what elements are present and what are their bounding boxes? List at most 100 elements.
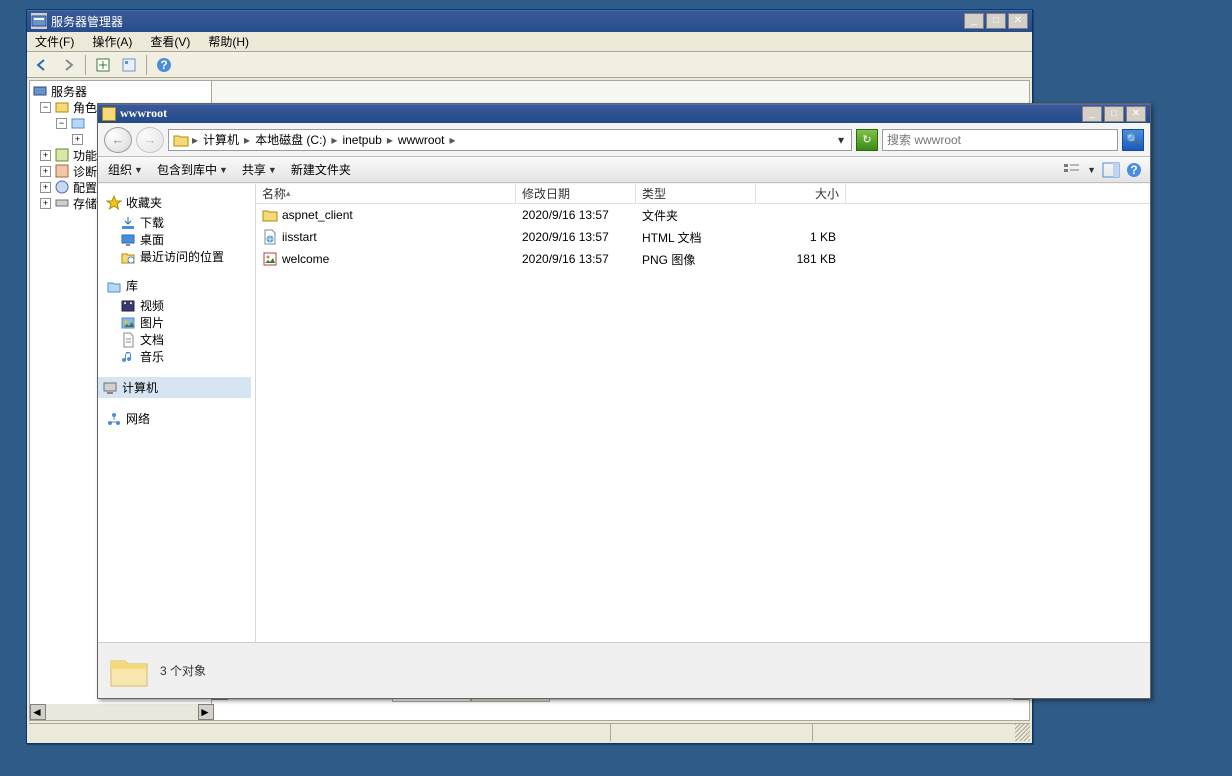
nav-downloads[interactable]: 下载 — [106, 214, 251, 231]
chevron-right-icon[interactable]: ▸ — [449, 133, 457, 147]
refresh-icon[interactable] — [92, 54, 114, 76]
share-menu[interactable]: 共享▼ — [238, 159, 281, 180]
breadcrumb[interactable]: ▸ 计算机 ▸ 本地磁盘 (C:) ▸ inetpub ▸ wwwroot ▸ … — [168, 129, 852, 151]
close-button[interactable]: ✕ — [1126, 106, 1146, 122]
close-button[interactable]: ✕ — [1008, 13, 1028, 29]
explorer-titlebar[interactable]: wwwroot _ □ ✕ — [98, 104, 1150, 123]
help-icon[interactable]: ? — [1126, 162, 1144, 178]
new-folder-button[interactable]: 新建文件夹 — [287, 159, 355, 180]
menu-help[interactable]: 帮助(H) — [204, 32, 253, 51]
nav-libraries[interactable]: 库 — [106, 277, 251, 294]
nav-pictures[interactable]: 图片 — [106, 314, 251, 331]
nav-forward-button[interactable] — [57, 54, 79, 76]
expand-icon[interactable]: + — [40, 166, 51, 177]
chevron-right-icon[interactable]: ▸ — [386, 133, 394, 147]
collapse-icon[interactable]: − — [40, 102, 51, 113]
tree-roles[interactable]: 角色 — [73, 99, 97, 116]
chevron-right-icon[interactable]: ▸ — [330, 133, 338, 147]
network-icon — [106, 411, 122, 427]
view-options-icon[interactable] — [1063, 162, 1081, 178]
crumb-inetpub[interactable]: inetpub — [340, 133, 383, 147]
file-name: welcome — [282, 252, 329, 266]
png-icon — [262, 251, 278, 267]
file-type: 文件夹 — [636, 207, 756, 224]
maximize-button[interactable]: □ — [986, 13, 1006, 29]
minimize-button[interactable]: _ — [964, 13, 984, 29]
col-size[interactable]: 大小 — [756, 184, 846, 203]
folder-icon — [173, 132, 189, 148]
desktop-icon — [120, 232, 136, 248]
refresh-button[interactable]: ↻ — [856, 129, 878, 151]
nav-desktop[interactable]: 桌面 — [106, 231, 251, 248]
menu-view[interactable]: 查看(V) — [146, 32, 194, 51]
expand-icon[interactable]: + — [72, 134, 83, 145]
server-manager-icon — [31, 13, 47, 29]
tree-root[interactable]: 服务器 — [51, 83, 87, 100]
folder-icon — [102, 107, 116, 121]
collapse-icon[interactable]: − — [56, 118, 67, 129]
folder-icon — [262, 207, 278, 223]
expand-icon[interactable]: + — [40, 150, 51, 161]
server-manager-menubar: 文件(F) 操作(A) 查看(V) 帮助(H) — [27, 32, 1032, 52]
tree-config[interactable]: 配置 — [73, 179, 97, 196]
nav-network[interactable]: 网络 — [106, 410, 251, 427]
explorer-statusbar: 3 个对象 — [98, 642, 1150, 698]
search-button[interactable]: 🔍 — [1122, 129, 1144, 151]
chevron-right-icon[interactable]: ▸ — [191, 133, 199, 147]
expand-icon[interactable]: + — [40, 182, 51, 193]
nav-recent[interactable]: 最近访问的位置 — [106, 248, 251, 265]
col-date[interactable]: 修改日期 — [516, 184, 636, 203]
resize-grip[interactable] — [1015, 724, 1030, 741]
minimize-button[interactable]: _ — [1082, 106, 1102, 122]
explorer-toolbar: 组织▼ 包含到库中▼ 共享▼ 新建文件夹 ▼ ? — [98, 157, 1150, 183]
picture-icon — [120, 315, 136, 331]
tree-diag[interactable]: 诊断 — [73, 163, 97, 180]
file-row[interactable]: welcome2020/9/16 13:57PNG 图像181 KB — [256, 248, 1150, 270]
menu-file[interactable]: 文件(F) — [31, 32, 78, 51]
tree-storage[interactable]: 存储 — [73, 195, 97, 212]
file-date: 2020/9/16 13:57 — [516, 252, 636, 266]
recent-icon — [120, 249, 136, 265]
crumb-wwwroot[interactable]: wwwroot — [396, 133, 447, 147]
file-row[interactable]: aspnet_client2020/9/16 13:57文件夹 — [256, 204, 1150, 226]
tree-features[interactable]: 功能 — [73, 147, 97, 164]
include-menu[interactable]: 包含到库中▼ — [153, 159, 232, 180]
properties-icon[interactable] — [118, 54, 140, 76]
nav-videos[interactable]: 视频 — [106, 297, 251, 314]
status-text: 3 个对象 — [160, 662, 206, 679]
chevron-down-icon: ▼ — [219, 165, 228, 175]
explorer-nav-pane: 收藏夹 下载 桌面 最近访问的位置 库 视频 图片 文档 音乐 计算机 网络 — [98, 184, 256, 642]
file-type: PNG 图像 — [636, 251, 756, 268]
download-icon — [120, 215, 136, 231]
file-name: iisstart — [282, 230, 317, 244]
chevron-right-icon[interactable]: ▸ — [243, 133, 251, 147]
column-headers: 名称 修改日期 类型 大小 — [256, 184, 1150, 204]
nav-music[interactable]: 音乐 — [106, 348, 251, 365]
col-name[interactable]: 名称 — [256, 184, 516, 203]
tree-h-scrollbar[interactable]: ◄► — [30, 704, 214, 720]
server-manager-titlebar[interactable]: 服务器管理器 _ □ ✕ — [27, 10, 1032, 32]
maximize-button[interactable]: □ — [1104, 106, 1124, 122]
nav-favorites[interactable]: 收藏夹 — [106, 194, 251, 211]
file-row[interactable]: iisstart2020/9/16 13:57HTML 文档1 KB — [256, 226, 1150, 248]
search-box[interactable] — [882, 129, 1118, 151]
file-name: aspnet_client — [282, 208, 353, 222]
expand-icon[interactable]: + — [40, 198, 51, 209]
nav-documents[interactable]: 文档 — [106, 331, 251, 348]
preview-pane-icon[interactable] — [1102, 162, 1120, 178]
nav-back-button[interactable] — [31, 54, 53, 76]
nav-forward-button[interactable]: → — [136, 127, 164, 153]
nav-computer[interactable]: 计算机 — [98, 377, 251, 398]
organize-menu[interactable]: 组织▼ — [104, 159, 147, 180]
col-type[interactable]: 类型 — [636, 184, 756, 203]
nav-back-button[interactable]: ← — [104, 127, 132, 153]
menu-action[interactable]: 操作(A) — [88, 32, 136, 51]
search-input[interactable] — [883, 133, 1117, 147]
chevron-down-icon[interactable]: ▼ — [1087, 165, 1096, 175]
explorer-file-list: 名称 修改日期 类型 大小 aspnet_client2020/9/16 13:… — [256, 184, 1150, 642]
chevron-down-icon[interactable]: ▾ — [833, 133, 849, 147]
help-button[interactable]: ? — [153, 54, 175, 76]
crumb-drive[interactable]: 本地磁盘 (C:) — [253, 131, 328, 148]
explorer-window: wwwroot _ □ ✕ ← → ▸ 计算机 ▸ 本地磁盘 (C:) ▸ in… — [97, 103, 1151, 699]
crumb-computer[interactable]: 计算机 — [201, 131, 241, 148]
